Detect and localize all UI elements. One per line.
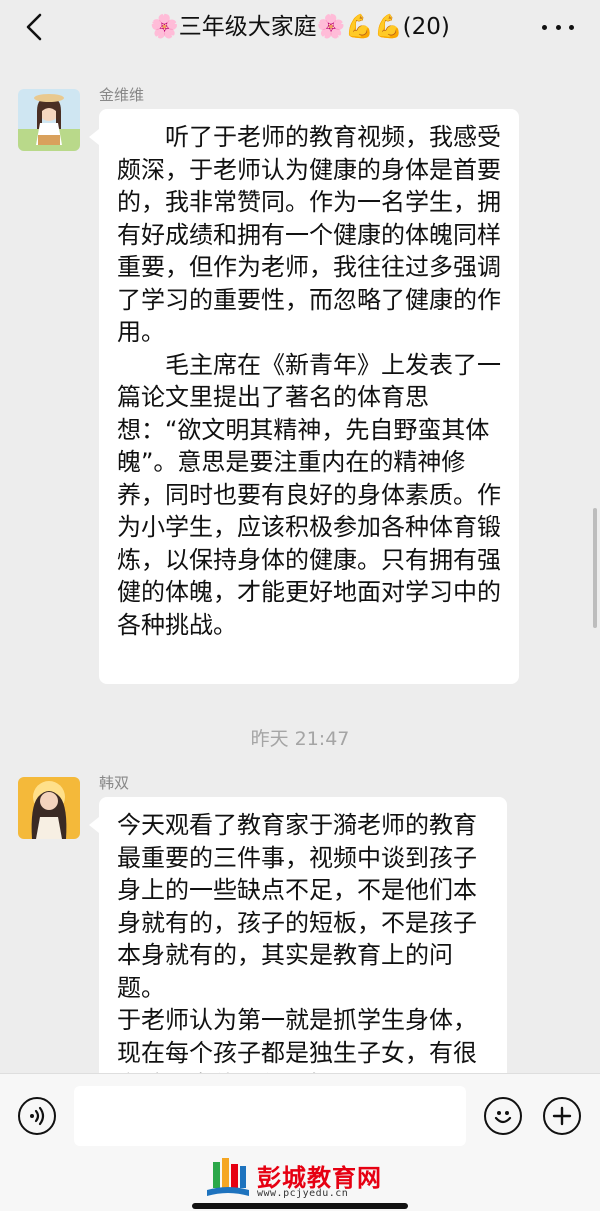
back-button[interactable] — [22, 12, 46, 42]
avatar-jin-weiwei[interactable] — [18, 89, 80, 151]
sender-name: 金维维 — [99, 86, 145, 104]
message-paragraph: 毛主席在《新青年》上发表了一篇论文里提出了著名的体育思想：“欲文明其精神，先自野… — [117, 350, 501, 639]
more-options-button[interactable] — [542, 12, 574, 42]
plus-icon — [552, 1106, 572, 1126]
more-functions-button[interactable] — [543, 1097, 581, 1135]
watermark-url: www.pcjyedu.cn — [257, 1188, 349, 1199]
emoji-icon — [494, 1111, 512, 1124]
more-dot-icon — [555, 24, 561, 30]
girl-avatar-icon — [18, 89, 80, 151]
message-paragraph: 于老师认为第一就是抓学生身体，现在每个孩子都是独生子女，有很多孩子身体都很不好。 — [117, 1006, 477, 1073]
message-paragraph: 今天观看了教育家于漪老师的教育最重要的三件事，视频中谈到孩子身上的一些缺点不足，… — [117, 811, 477, 1002]
site-watermark: 彭城教育网 www.pcjyedu.cn — [205, 1158, 395, 1202]
voice-icon — [30, 1106, 45, 1126]
book-logo-icon — [207, 1158, 249, 1196]
timestamp: 昨天 21:47 — [250, 728, 350, 750]
more-dot-icon — [569, 24, 574, 30]
avatar-han-shuang[interactable] — [18, 777, 80, 839]
chat-title: 🌸三年级大家庭🌸💪💪(20) — [150, 14, 450, 40]
message-input[interactable] — [74, 1086, 466, 1146]
message-paragraph: 听了于老师的教育视频，我感受颇深，于老师认为健康的身体是首要的，我非常赞同。作为… — [117, 123, 501, 346]
home-indicator[interactable] — [192, 1203, 408, 1209]
input-bar: 彭城教育网 www.pcjyedu.cn — [0, 1073, 600, 1211]
message-bubble[interactable]: 今天观看了教育家于漪老师的教育最重要的三件事，视频中谈到孩子身上的一些缺点不足，… — [89, 797, 507, 1073]
sender-name: 韩双 — [99, 774, 130, 792]
chevron-left-icon — [26, 13, 42, 41]
emoji-button[interactable] — [484, 1097, 522, 1135]
more-dot-icon — [542, 24, 547, 30]
message-bubble[interactable]: 听了于老师的教育视频，我感受颇深，于老师认为健康的身体是首要的，我非常赞同。作为… — [89, 109, 519, 684]
woman-avatar-icon — [18, 777, 80, 839]
message-list[interactable]: 金维维 听了于老师的教育视频，我感受颇深，于老师认为健康的身体是首要的，我非常赞… — [0, 60, 600, 1073]
voice-button[interactable] — [18, 1097, 56, 1135]
scrollbar[interactable] — [593, 508, 597, 628]
chat-header: 🌸三年级大家庭🌸💪💪(20) — [0, 0, 600, 56]
